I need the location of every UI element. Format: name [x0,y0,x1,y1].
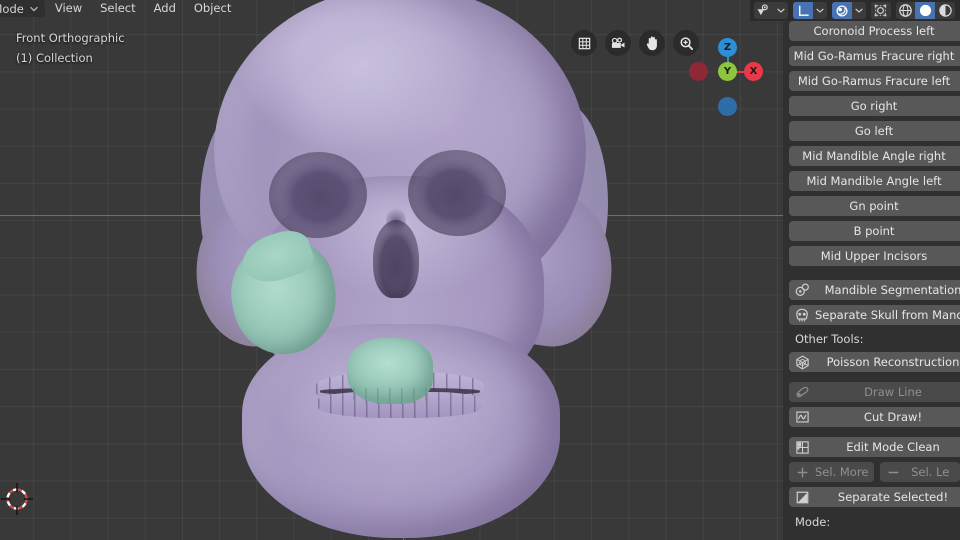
visibility-icon[interactable] [754,2,774,19]
menu-object[interactable]: Object [186,0,239,17]
camera-view-icon[interactable] [605,30,631,56]
draw-line-label: Draw Line [864,385,922,399]
landmark-button-label: Gn point [849,199,899,213]
landmark-button[interactable]: Mid Go-Ramus Fracure left [789,71,960,91]
blender-window: Front Orthographic (1) Collection Z Y X … [0,0,960,540]
shading-wireframe-icon[interactable] [895,2,916,19]
selection-button-pair: Sel. More Sel. Le [789,462,960,482]
graph-curve-icon [789,407,815,427]
skull-icon [789,305,815,325]
gizmo-ball-z-negative[interactable] [718,97,737,116]
poisson-reconstruction-label: Poisson Reconstruction [826,355,960,369]
proportional-edit-icon[interactable] [870,2,891,19]
uv-grid-icon [789,437,815,457]
pan-view-icon[interactable] [639,30,665,56]
gizmo-ball-x-negative[interactable] [689,62,708,81]
visibility-group [754,2,788,19]
chevron-down-icon [30,6,38,11]
shading-material-icon[interactable] [935,2,955,19]
viewport-info: Front Orthographic (1) Collection [16,28,125,68]
landmark-button-label: Mid Mandible Angle right [802,149,946,163]
landmark-button-label: Mid Mandible Angle left [806,174,942,188]
poisson-reconstruction-button[interactable]: Poisson Reconstruction [789,352,960,372]
other-tools-heading: Other Tools: [795,332,864,346]
snapping-group [831,2,866,19]
landmark-button-list: Coronoid Process left Mid Go-Ramus Fracu… [783,21,960,266]
viewport-shading-group [895,2,955,19]
select-more-label: Sel. More [815,465,869,479]
landmark-button[interactable]: Mid Mandible Angle left [789,171,960,191]
cut-draw-button[interactable]: Cut Draw! [789,407,960,427]
snapping-dropdown-icon[interactable] [851,2,866,19]
landmark-button-label: Go right [850,99,898,113]
landmark-button[interactable]: Go right [789,96,960,116]
3d-cursor [1,483,33,515]
mode-selector-label: ct Mode [0,1,24,16]
edit-mode-clean-label: Edit Mode Clean [846,440,940,454]
select-more-button[interactable]: Sel. More [789,462,875,482]
minus-icon [880,462,906,482]
menu-view[interactable]: View [47,0,90,17]
landmark-button-label: Mid Upper Incisors [820,249,928,263]
mesh-icosphere-icon [789,352,815,372]
landmark-button-label: B point [853,224,895,238]
landmark-button-label: Coronoid Process left [813,24,935,38]
selected-segment-maxilla[interactable] [347,338,433,404]
landmark-button[interactable]: Coronoid Process left [789,21,960,41]
shading-solid-icon[interactable] [915,2,936,19]
landmark-button[interactable]: B point [789,221,960,241]
menu-add[interactable]: Add [146,0,184,17]
gizmo-ball-z[interactable]: Z [718,38,737,57]
3d-viewport[interactable]: Front Orthographic (1) Collection Z Y X [0,0,783,540]
plus-icon [789,462,815,482]
landmark-button[interactable]: Mid Mandible Angle right [789,146,960,166]
mandible-segmentation-label: Mandible Segmentation [824,283,960,297]
cut-draw-label: Cut Draw! [863,410,923,424]
separate-selected-button[interactable]: Separate Selected! [789,487,960,507]
draw-line-button[interactable]: Draw Line [789,382,960,402]
toggle-xray-icon[interactable] [571,30,597,56]
landmark-button-label: Go left [854,124,894,138]
gizmo-ball-y[interactable]: Y [718,62,737,81]
separate-skull-label: Separate Skull from Mandible [815,308,960,322]
snap-magnet-icon[interactable] [831,2,852,19]
transform-orientation-dropdown-icon[interactable] [812,2,827,19]
tool-sidebar[interactable]: Coronoid Process left Mid Go-Ramus Fracu… [783,21,960,540]
annotate-pen-icon [789,382,815,402]
landmark-button[interactable]: Mid Upper Incisors [789,246,960,266]
viewport-header-menubar: ct Mode View Select Add Object [0,0,248,17]
landmark-button-label: Mid Go-Ramus Fracure right [793,49,955,63]
separate-icon [789,487,815,507]
separate-selected-label: Separate Selected! [837,490,949,504]
edit-mode-clean-button[interactable]: Edit Mode Clean [789,437,960,457]
landmark-button[interactable]: Mid Go-Ramus Fracure right [789,46,960,66]
landmark-button-label: Mid Go-Ramus Fracure left [797,74,951,88]
mode-selector[interactable]: ct Mode [0,0,45,17]
transform-orientation-group [792,2,827,19]
separate-skull-button[interactable]: Separate Skull from Mandible [789,305,960,325]
visibility-dropdown-icon[interactable] [773,2,788,19]
landmark-button[interactable]: Gn point [789,196,960,216]
transform-orientation-icon[interactable] [792,2,813,19]
select-less-button[interactable]: Sel. Le [880,462,960,482]
active-collection-label: (1) Collection [16,51,93,65]
skull-mesh[interactable] [186,0,623,540]
target-circles-icon [789,280,815,300]
proportional-edit-group [870,2,891,19]
mandible-segmentation-button[interactable]: Mandible Segmentation [789,280,960,300]
view-name-label: Front Orthographic [16,31,125,45]
menu-select[interactable]: Select [92,0,143,17]
viewport-overlay-buttons [571,30,699,56]
select-less-label: Sel. Le [911,465,950,479]
navigation-gizmo[interactable]: Z Y X [684,28,772,116]
header-tool-strip [750,0,960,21]
mode-heading: Mode: [795,515,831,529]
nasal-aperture [373,220,419,298]
gizmo-ball-x[interactable]: X [744,62,763,81]
landmark-button[interactable]: Go left [789,121,960,141]
